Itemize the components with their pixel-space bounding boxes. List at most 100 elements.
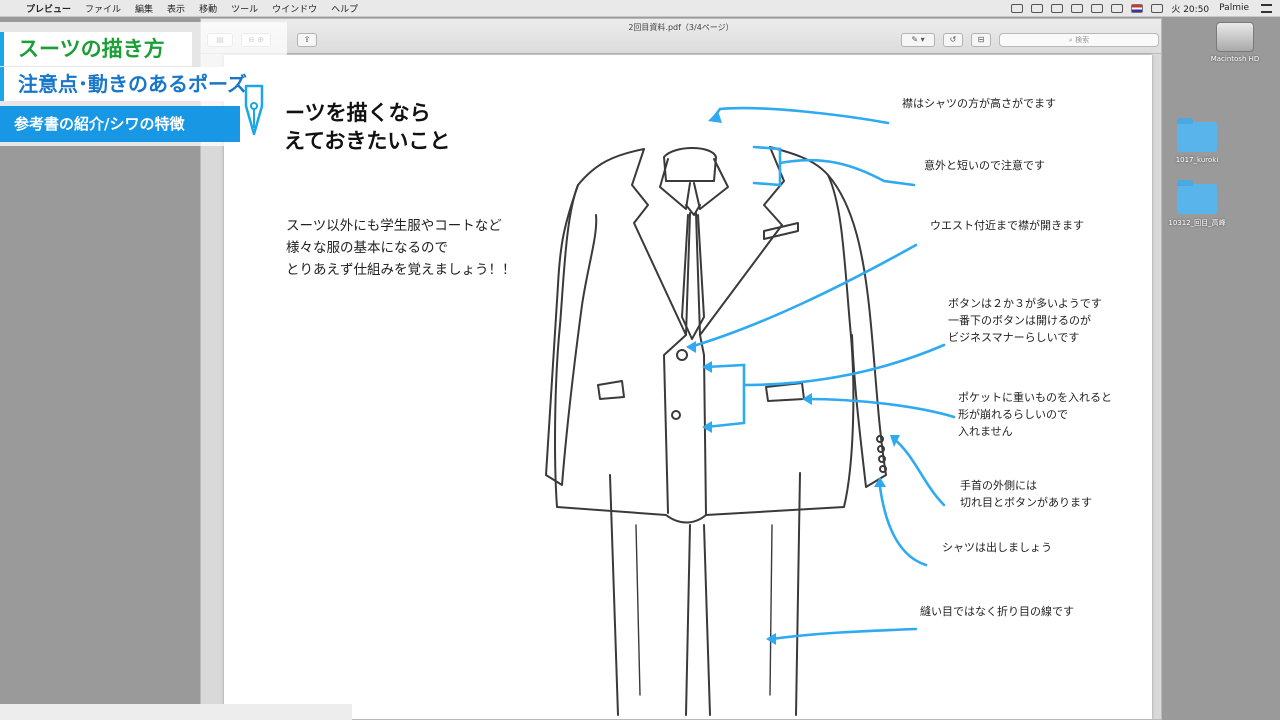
desktop-folder[interactable]: 1017_kuroki (1166, 118, 1228, 164)
annotation-waist: ウエスト付近まで襟が開きます (930, 217, 1084, 234)
arrowhead-collar (708, 111, 722, 123)
jacket-button (671, 410, 681, 420)
annotation-line: 切れ目とボタンがあります (960, 496, 1092, 509)
markup-pen-button[interactable]: ✎ ▾ (901, 33, 935, 47)
rotate-button[interactable]: ↺ (943, 33, 963, 47)
menu-help[interactable]: ヘルプ (331, 2, 358, 15)
arrow-waist (688, 243, 918, 349)
right-lapel (695, 146, 785, 336)
arrow-heads (686, 111, 900, 645)
shirt-collar (659, 158, 729, 210)
menu-edit[interactable]: 編集 (135, 2, 153, 15)
drive-label: Macintosh HD (1210, 55, 1260, 63)
flag-icon[interactable] (1131, 3, 1144, 13)
annotation-seam: 縫い目ではなく折り目の線です (920, 603, 1074, 620)
intro-line: スーツ以外にも学生服やコートなど (286, 218, 502, 234)
battery-icon[interactable] (1151, 3, 1164, 13)
wifi-icon[interactable] (1111, 3, 1124, 13)
preview-window: 2回目資料.pdf（3/4ページ） ▤ ⊖ ⊕ ⇪ ✎ ▾ ↺ ⊟ ⌕ 検索 (200, 18, 1162, 720)
status-area: 火 20:50 Palmie (1011, 0, 1280, 16)
left-sleeve (545, 184, 598, 486)
document-title: 2回目資料.pdf（3/4ページ） (628, 23, 734, 32)
annotation-line: ポケットに重いものを入れると (958, 391, 1112, 404)
intro-line: 様々な服の基本になるので (286, 240, 448, 256)
annotation-line: 形が崩れるらしいので (958, 408, 1068, 421)
menu-view[interactable]: 表示 (167, 2, 185, 15)
creative-cloud-icon[interactable] (1011, 3, 1024, 13)
arrow-cuff (892, 437, 946, 507)
intro-text: スーツ以外にも学生服やコートなど 様々な服の基本になるので とりあえず仕組みを覚… (286, 215, 516, 281)
cuff-button (879, 465, 887, 473)
annotation-line: 一番下のボタンは開けるのが (948, 314, 1091, 327)
search-placeholder: 検索 (1075, 36, 1090, 44)
folder-label: 1017_kuroki (1175, 156, 1219, 164)
annotation-buttons: ボタンは２か３が多いようです 一番下のボタンは開けるのが ビジネスマナーらしいで… (948, 295, 1102, 346)
jacket-outline (554, 146, 855, 524)
toolbox-button[interactable]: ⊟ (971, 33, 991, 47)
pdf-page: ーツを描くなら えておきたいこと スーツ以外にも学生服やコートなど 様々な服の基… (224, 55, 1152, 719)
annotation-short: 意外と短いので注意です (924, 157, 1045, 174)
hard-drive-icon (1216, 22, 1254, 52)
menu-tools[interactable]: ツール (231, 2, 258, 15)
caption-topic: 参考書の紹介/シワの特徴 (0, 106, 240, 142)
annotation-line: ボタンは２か３が多いようです (948, 297, 1102, 310)
annotation-line: 縫い目ではなく折り目の線です (920, 605, 1074, 618)
folder-label: 10312_回目_高峰 (1168, 219, 1226, 227)
menu-go[interactable]: 移動 (199, 2, 217, 15)
arrowhead-waist (686, 341, 696, 353)
page-heading-line-2: えておきたいこと (284, 129, 451, 153)
neck (663, 147, 717, 182)
left-lapel (631, 148, 691, 336)
notification-center-icon[interactable] (1261, 3, 1272, 13)
shield-icon[interactable] (1031, 3, 1044, 13)
tie (681, 204, 705, 340)
cuff-button (876, 435, 884, 443)
desktop-drive[interactable]: Macintosh HD (1200, 22, 1270, 63)
annotation-line: ビジネスマナーらしいです (948, 331, 1080, 344)
display-icon[interactable] (1051, 3, 1064, 13)
arrowhead-button-bottom (702, 421, 712, 433)
share-button[interactable]: ⇪ (297, 33, 317, 47)
search-field[interactable]: ⌕ 検索 (999, 33, 1159, 47)
annotation-arrows (688, 106, 956, 641)
desktop-folder[interactable]: 10312_回目_高峰 (1162, 180, 1232, 228)
annotation-cuff: 手首の外側には 切れ目とボタンがあります (960, 477, 1092, 511)
annotation-line: 意外と短いので注意です (924, 159, 1045, 172)
arrow-buttons (704, 343, 946, 429)
annotation-pocket: ポケットに重いものを入れると 形が崩れるらしいので 入れません (958, 389, 1112, 440)
right-pocket (765, 382, 805, 402)
annotation-line: 手首の外側には (960, 479, 1037, 492)
airplay-icon[interactable] (1071, 3, 1084, 13)
bottom-strip (0, 704, 352, 720)
folder-icon (1177, 118, 1217, 152)
menu-window[interactable]: ウインドウ (272, 2, 317, 15)
annotation-line: ウエスト付近まで襟が開きます (930, 219, 1084, 232)
caption-title: スーツの描き方 (0, 32, 192, 66)
jacket-button (676, 349, 688, 361)
left-pocket (597, 380, 625, 400)
intro-line: とりあえず仕組みを覚えましょう！！ (286, 262, 516, 278)
menu-bar: プレビュー ファイル 編集 表示 移動 ツール ウインドウ ヘルプ 火 20:5… (0, 0, 1280, 17)
annotation-line: シャツは出しましょう (942, 541, 1052, 554)
annotation-line: 入れません (958, 425, 1013, 438)
arrow-shirt (878, 485, 928, 567)
annotation-line: 襟はシャツの方が高さがでます (902, 97, 1056, 110)
pen-nib-icon (244, 84, 264, 136)
menubar-user[interactable]: Palmie (1219, 3, 1249, 13)
annotation-shirt: シャツは出しましょう (942, 539, 1052, 556)
jacket-front (663, 334, 707, 516)
window-toolbar: 2回目資料.pdf（3/4ページ） ▤ ⊖ ⊕ ⇪ ✎ ▾ ↺ ⊟ ⌕ 検索 (201, 19, 1161, 54)
menu-file[interactable]: ファイル (85, 2, 121, 15)
volume-icon[interactable] (1091, 3, 1104, 13)
menubar-clock[interactable]: 火 20:50 (1171, 2, 1209, 15)
arrow-pocket (804, 397, 956, 419)
arrow-seam (770, 627, 918, 641)
annotation-collar: 襟はシャツの方が高さがでます (902, 95, 1056, 112)
cuff-button (878, 455, 886, 463)
menu-preview[interactable]: プレビュー (26, 2, 71, 15)
folder-icon (1177, 180, 1217, 214)
arrow-collar (712, 106, 890, 125)
page-heading-line-1: ーツを描くなら (284, 101, 431, 125)
cuff-button (877, 445, 885, 453)
arrowhead-cuff (890, 435, 900, 447)
